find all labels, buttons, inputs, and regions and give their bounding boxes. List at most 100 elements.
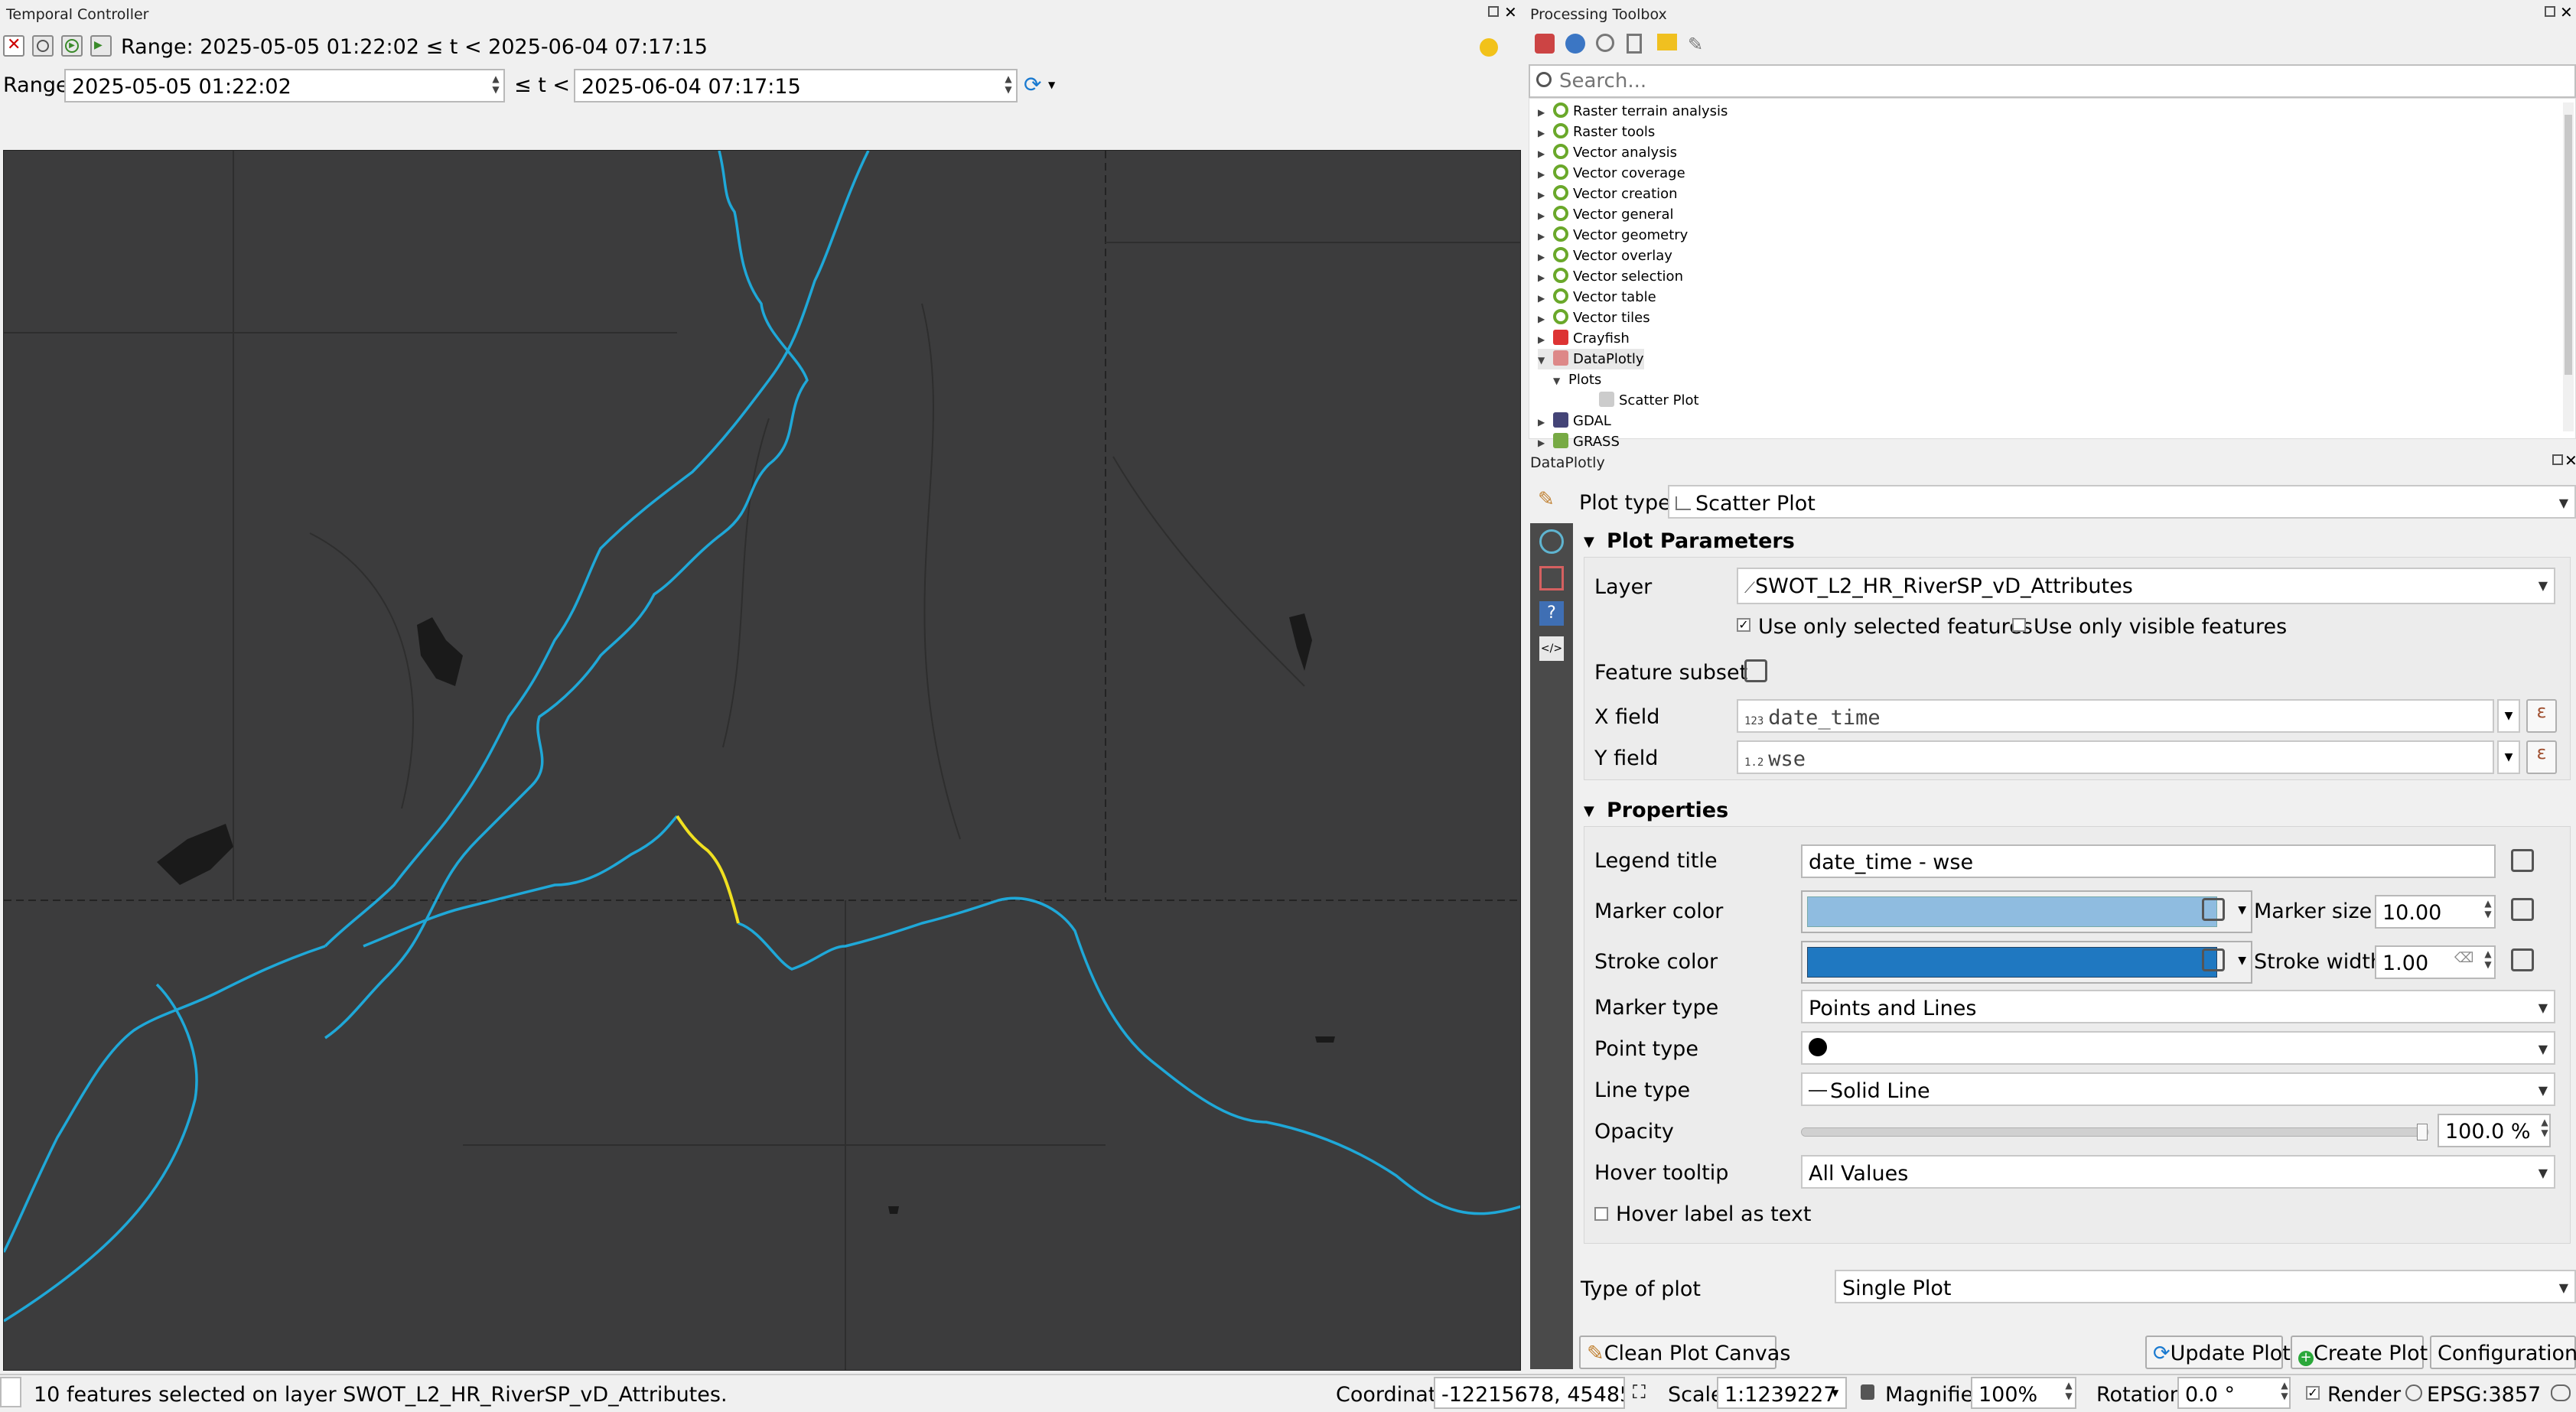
- movie-button[interactable]: ▶: [90, 35, 112, 57]
- options-icon[interactable]: ✎: [1688, 34, 1703, 55]
- float-icon[interactable]: [2545, 6, 2555, 17]
- toggle-extents-icon[interactable]: ⛶: [1633, 1381, 1646, 1403]
- y-expression-button[interactable]: ε: [2526, 740, 2557, 774]
- x-expression-button[interactable]: ε: [2526, 699, 2557, 733]
- messages-handle[interactable]: [0, 1377, 21, 1407]
- rotation-spinner[interactable]: ▲ ▼: [2277, 1380, 2292, 1401]
- float-icon[interactable]: [2552, 454, 2563, 465]
- use-visible-checkbox[interactable]: [2012, 618, 2026, 632]
- toolbox-item[interactable]: ▶ Vector table: [1538, 287, 1656, 307]
- rotation-input[interactable]: 0.0 °: [2177, 1377, 2291, 1409]
- type-of-plot-select[interactable]: Single Plot ▼: [1835, 1270, 2576, 1303]
- toolbox-item[interactable]: Scatter Plot: [1584, 390, 1699, 411]
- layer-select[interactable]: ⟋SWOT_L2_HR_RiverSP_vD_Attributes ▼: [1737, 568, 2555, 604]
- toolbox-item[interactable]: ▶ Vector creation: [1538, 184, 1678, 204]
- toolbox-item[interactable]: ▶ Vector tiles: [1538, 307, 1650, 328]
- hover-tooltip-select[interactable]: All Values ▼: [1801, 1155, 2555, 1189]
- opacity-input[interactable]: 100.0 %: [2438, 1114, 2551, 1147]
- models-icon[interactable]: [1535, 34, 1555, 54]
- hover-label-checkbox[interactable]: [1594, 1207, 1608, 1221]
- crs-button[interactable]: EPSG:3857: [2427, 1384, 2541, 1405]
- toolbox-item[interactable]: ▶ Vector selection: [1538, 266, 1683, 287]
- toolbox-item[interactable]: ▶ Vector overlay: [1538, 246, 1672, 266]
- toolbox-item[interactable]: ▼ DataPlotly: [1538, 349, 1644, 369]
- toolbox-item[interactable]: ▶ Crayfish: [1538, 328, 1630, 349]
- map-canvas[interactable]: [3, 150, 1521, 1371]
- code-icon[interactable]: </>: [1539, 636, 1564, 661]
- expand-arrow-icon[interactable]: ▶: [1538, 330, 1553, 350]
- toolbox-item[interactable]: ▶ Raster tools: [1538, 122, 1655, 142]
- properties-collapse-icon[interactable]: ▼: [1584, 803, 1594, 819]
- clean-plot-canvas-button[interactable]: ✎Clean Plot Canvas: [1579, 1336, 1790, 1369]
- expand-arrow-icon[interactable]: ▶: [1538, 309, 1553, 330]
- history-icon[interactable]: [1596, 34, 1614, 52]
- float-icon[interactable]: [1488, 6, 1499, 17]
- use-selected-checkbox[interactable]: ✓: [1737, 618, 1750, 632]
- close-icon[interactable]: ✕: [2565, 451, 2576, 470]
- x-field-dropdown[interactable]: ▼: [2497, 699, 2520, 733]
- marker-size-dd-button[interactable]: [2508, 895, 2542, 926]
- coordinate-input[interactable]: -12215678, 4548546: [1434, 1377, 1625, 1409]
- legend-dd-button[interactable]: [2508, 846, 2542, 877]
- scripts-icon[interactable]: [1565, 34, 1585, 54]
- marker-color-dd-button[interactable]: [2199, 895, 2232, 926]
- params-collapse-icon[interactable]: ▼: [1584, 534, 1594, 550]
- magnifier-spinner[interactable]: ▲ ▼: [2061, 1380, 2076, 1401]
- create-plot-button[interactable]: +Create Plot: [2291, 1336, 2428, 1369]
- fixed-range-button[interactable]: [32, 35, 54, 57]
- close-icon[interactable]: ✕: [2560, 3, 2573, 21]
- plot-type-select[interactable]: Scatter Plot ▼: [1668, 485, 2576, 519]
- opacity-slider-handle[interactable]: [2417, 1124, 2428, 1140]
- line-type-select[interactable]: Solid Line ▼: [1801, 1072, 2555, 1106]
- clear-icon[interactable]: ⌫: [2454, 950, 2473, 966]
- chevron-down-icon[interactable]: ▼: [1048, 80, 1055, 90]
- opacity-slider[interactable]: [1801, 1124, 2429, 1140]
- marker-size-input[interactable]: 10.00: [2375, 895, 2496, 929]
- opacity-spinner[interactable]: ▲ ▼: [2537, 1117, 2552, 1138]
- marker-color-button[interactable]: ▼: [1801, 890, 2252, 933]
- sun-icon[interactable]: [1480, 38, 1498, 57]
- update-plot-button[interactable]: ⟳Update Plot: [2145, 1336, 2291, 1369]
- expand-arrow-icon[interactable]: ▶: [1538, 102, 1553, 123]
- range-end-spinner[interactable]: ▲ ▼: [1001, 73, 1016, 95]
- expand-arrow-icon[interactable]: ▶: [1538, 288, 1553, 309]
- help-icon[interactable]: ?: [1539, 601, 1564, 626]
- toolbox-item[interactable]: ▶ GRASS: [1538, 431, 1620, 452]
- y-field-dropdown[interactable]: ▼: [2497, 740, 2520, 774]
- stroke-width-input[interactable]: 1.00: [2375, 945, 2496, 979]
- expand-arrow-icon[interactable]: ▶: [1538, 144, 1553, 164]
- expand-arrow-icon[interactable]: ▼: [1553, 371, 1568, 392]
- render-checkbox[interactable]: ✓: [2306, 1386, 2320, 1400]
- properties-header[interactable]: Properties: [1607, 800, 1728, 821]
- expand-arrow-icon[interactable]: ▶: [1538, 226, 1553, 247]
- animated-button[interactable]: ▶: [61, 35, 83, 57]
- lock-icon[interactable]: [1861, 1384, 1874, 1400]
- expand-arrow-icon[interactable]: ▶: [1538, 433, 1553, 454]
- plot-settings-icon[interactable]: [1539, 529, 1564, 554]
- stroke-color-button[interactable]: ▼: [1801, 941, 2252, 984]
- expand-arrow-icon[interactable]: ▶: [1538, 247, 1553, 268]
- stroke-color-dd-button[interactable]: [2199, 945, 2232, 976]
- edit-icon[interactable]: [1657, 34, 1677, 50]
- expand-arrow-icon[interactable]: ▼: [1538, 350, 1553, 371]
- expand-arrow-icon[interactable]: ▶: [1538, 185, 1553, 206]
- feature-subset-button[interactable]: [1741, 656, 1775, 687]
- results-icon[interactable]: [1627, 34, 1642, 54]
- range-start-spinner[interactable]: ▲ ▼: [488, 73, 503, 95]
- tree-scrollbar[interactable]: [2563, 102, 2574, 431]
- marker-size-spinner[interactable]: ▲ ▼: [2480, 898, 2496, 919]
- expand-arrow-icon[interactable]: ▶: [1538, 164, 1553, 185]
- y-field-select[interactable]: 1.2 wse: [1737, 740, 2494, 774]
- toolbox-item[interactable]: ▶ Vector coverage: [1538, 163, 1685, 184]
- stroke-width-dd-button[interactable]: [2508, 945, 2542, 976]
- toolbox-item[interactable]: ▶ GDAL: [1538, 411, 1611, 431]
- scale-input[interactable]: 1:1239227: [1717, 1377, 1847, 1409]
- stroke-width-spinner[interactable]: ▲ ▼: [2480, 948, 2496, 970]
- messages-icon[interactable]: [2551, 1384, 2571, 1401]
- expand-arrow-icon[interactable]: ▶: [1538, 206, 1553, 226]
- x-field-select[interactable]: 123 date_time: [1737, 699, 2494, 733]
- close-icon[interactable]: ✕: [1504, 3, 1517, 21]
- search-input[interactable]: [1558, 69, 2552, 93]
- toolbox-item[interactable]: ▶ Vector analysis: [1538, 142, 1677, 163]
- layout-icon[interactable]: [1539, 566, 1564, 591]
